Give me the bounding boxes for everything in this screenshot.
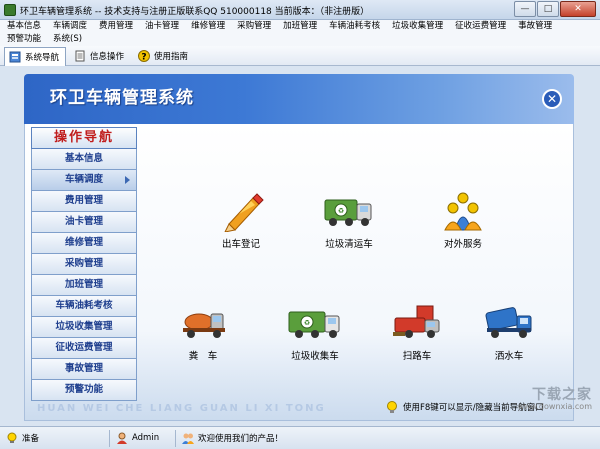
lightbulb-icon [6, 432, 18, 444]
feature-external-service-label: 对外服务 [443, 239, 482, 250]
lightbulb-icon [385, 400, 399, 414]
nav-item-expense[interactable]: 费用管理 [31, 191, 137, 212]
water-truck-icon [479, 302, 539, 344]
nav-item-vehicle-dispatch-label: 车辆调度 [64, 174, 103, 185]
chevron-right-icon [125, 176, 130, 184]
sweeper-truck-icon [387, 302, 447, 344]
svg-text:?: ? [141, 52, 146, 62]
status-state: 准备 [0, 429, 110, 447]
nav-item-maintenance[interactable]: 维修管理 [31, 233, 137, 254]
menu-basic-info[interactable]: 基本信息 [0, 20, 46, 33]
menu-purchase[interactable]: 采购管理 [230, 20, 276, 33]
tab-system-navigation-label: 系统导航 [25, 53, 60, 63]
app-icon [4, 4, 16, 16]
feature-water-truck[interactable]: 洒水车 [469, 302, 549, 362]
status-message-text: 欢迎使用我们的产品！ [198, 434, 284, 444]
feature-garbage-truck-label: 垃圾清运车 [325, 239, 373, 250]
nav-item-overtime[interactable]: 加班管理 [31, 275, 137, 296]
pencil-icon [211, 190, 271, 233]
status-message: 欢迎使用我们的产品！ [176, 430, 289, 447]
pinyin-watermark: HUAN WEI CHE LIANG GUAN LI XI TONG [37, 403, 326, 414]
menu-accident[interactable]: 事故管理 [511, 20, 557, 33]
nav-item-purchase[interactable]: 采购管理 [31, 254, 137, 275]
window-controls: — □ ✕ [513, 1, 596, 17]
feature-departure-register-label: 出车登记 [221, 239, 260, 250]
site-watermark-logo: 下载之家 [532, 387, 592, 403]
feature-external-service[interactable]: 对外服务 [423, 190, 503, 250]
content-panel: 操作导航 基本信息 车辆调度 费用管理 油卡管理 维修管理 采购管理 加班管理 … [24, 124, 574, 421]
people-icon [182, 432, 194, 444]
title-bar: 环卫车辆管理系统 -- 技术支持与注册正版联系QQ 510000118 当前版本… [0, 0, 600, 20]
menu-fuel-card[interactable]: 油卡管理 [138, 20, 184, 33]
site-watermark-url: www.downxia.com [517, 402, 592, 411]
help-icon: ? [138, 49, 151, 62]
tab-system-navigation[interactable]: 系统导航 [4, 46, 67, 67]
sewage-truck-icon [173, 302, 233, 344]
feature-sweeper-truck-label: 扫路车 [402, 351, 432, 362]
menu-vehicle-dispatch[interactable]: 车辆调度 [46, 20, 92, 33]
svg-text:♻: ♻ [338, 207, 344, 215]
status-state-text: 准备 [22, 434, 40, 444]
tab-info-operation-label: 信息操作 [90, 51, 125, 62]
feature-sewage-truck[interactable]: 粪 车 [163, 302, 243, 362]
feature-sewage-truck-label: 粪 车 [188, 351, 218, 362]
tab-user-guide[interactable]: ? 使用指南 [134, 47, 194, 65]
menu-row-1: 基本信息 车辆调度 费用管理 油卡管理 维修管理 采购管理 加班管理 车辆油耗考… [0, 20, 600, 33]
menu-freight[interactable]: 征收运费管理 [448, 20, 511, 33]
feature-departure-register[interactable]: 出车登记 [201, 190, 281, 250]
tab-user-guide-label: 使用指南 [154, 51, 189, 62]
nav-item-fuel-card[interactable]: 油卡管理 [31, 212, 137, 233]
nav-item-warning[interactable]: 预警功能 [31, 380, 137, 401]
svg-text:♻: ♻ [304, 319, 310, 327]
status-user: Admin [110, 429, 176, 447]
nav-item-basic-info[interactable]: 基本信息 [31, 149, 137, 170]
close-button[interactable]: ✕ [560, 1, 596, 17]
nav-item-accident[interactable]: 事故管理 [31, 359, 137, 380]
minimize-button[interactable]: — [514, 1, 536, 17]
banner-close-icon[interactable]: ✕ [542, 89, 562, 109]
menu-warning[interactable]: 预警功能 [0, 33, 46, 46]
navigation-icon [9, 51, 21, 63]
document-icon [74, 50, 86, 62]
garbage-truck-icon: ♻ [319, 190, 379, 232]
banner-title: 环卫车辆管理系统 [50, 88, 194, 108]
nav-panel: 操作导航 基本信息 车辆调度 费用管理 油卡管理 维修管理 采购管理 加班管理 … [31, 124, 137, 401]
status-user-text: Admin [132, 433, 160, 443]
menu-row-2: 预警功能 系统(S) [0, 33, 600, 46]
menu-expense[interactable]: 费用管理 [92, 20, 138, 33]
user-icon [116, 432, 128, 444]
feature-collection-truck-label: 垃圾收集车 [291, 351, 339, 362]
service-people-icon [433, 190, 493, 232]
menu-bar: 基本信息 车辆调度 费用管理 油卡管理 维修管理 采购管理 加班管理 车辆油耗考… [0, 20, 600, 46]
menu-system[interactable]: 系统(S) [46, 33, 87, 46]
feature-garbage-truck[interactable]: ♻ 垃圾清运车 [309, 190, 389, 250]
feature-collection-truck[interactable]: ♻ 垃圾收集车 [275, 302, 355, 362]
menu-fuel-consumption[interactable]: 车辆油耗考核 [322, 20, 385, 33]
banner: 环卫车辆管理系统 ✕ [24, 74, 574, 124]
menu-overtime[interactable]: 加班管理 [276, 20, 322, 33]
feature-sweeper-truck[interactable]: 扫路车 [377, 302, 457, 362]
tab-info-operation[interactable]: 信息操作 [70, 47, 130, 65]
status-bar: 准备 Admin 欢迎使用我们的产品！ [0, 426, 600, 449]
toolbar: 系统导航 信息操作 ? 使用指南 [0, 46, 600, 67]
nav-header: 操作导航 [31, 127, 137, 149]
menu-garbage-collection[interactable]: 垃圾收集管理 [385, 20, 448, 33]
collection-truck-icon: ♻ [285, 302, 345, 344]
feature-water-truck-label: 洒水车 [494, 351, 524, 362]
menu-maintenance[interactable]: 维修管理 [184, 20, 230, 33]
main-area: 环卫车辆管理系统 ✕ 操作导航 基本信息 车辆调度 费用管理 油卡管理 维修管理… [0, 66, 600, 426]
nav-item-fuel-consumption[interactable]: 车辆油耗考核 [31, 296, 137, 317]
nav-item-garbage-collection[interactable]: 垃圾收集管理 [31, 317, 137, 338]
nav-item-vehicle-dispatch[interactable]: 车辆调度 [31, 170, 137, 191]
restore-button[interactable]: □ [537, 1, 559, 17]
nav-item-freight[interactable]: 征收运费管理 [31, 338, 137, 359]
window-title: 环卫车辆管理系统 -- 技术支持与注册正版联系QQ 510000118 当前版本… [20, 7, 370, 17]
